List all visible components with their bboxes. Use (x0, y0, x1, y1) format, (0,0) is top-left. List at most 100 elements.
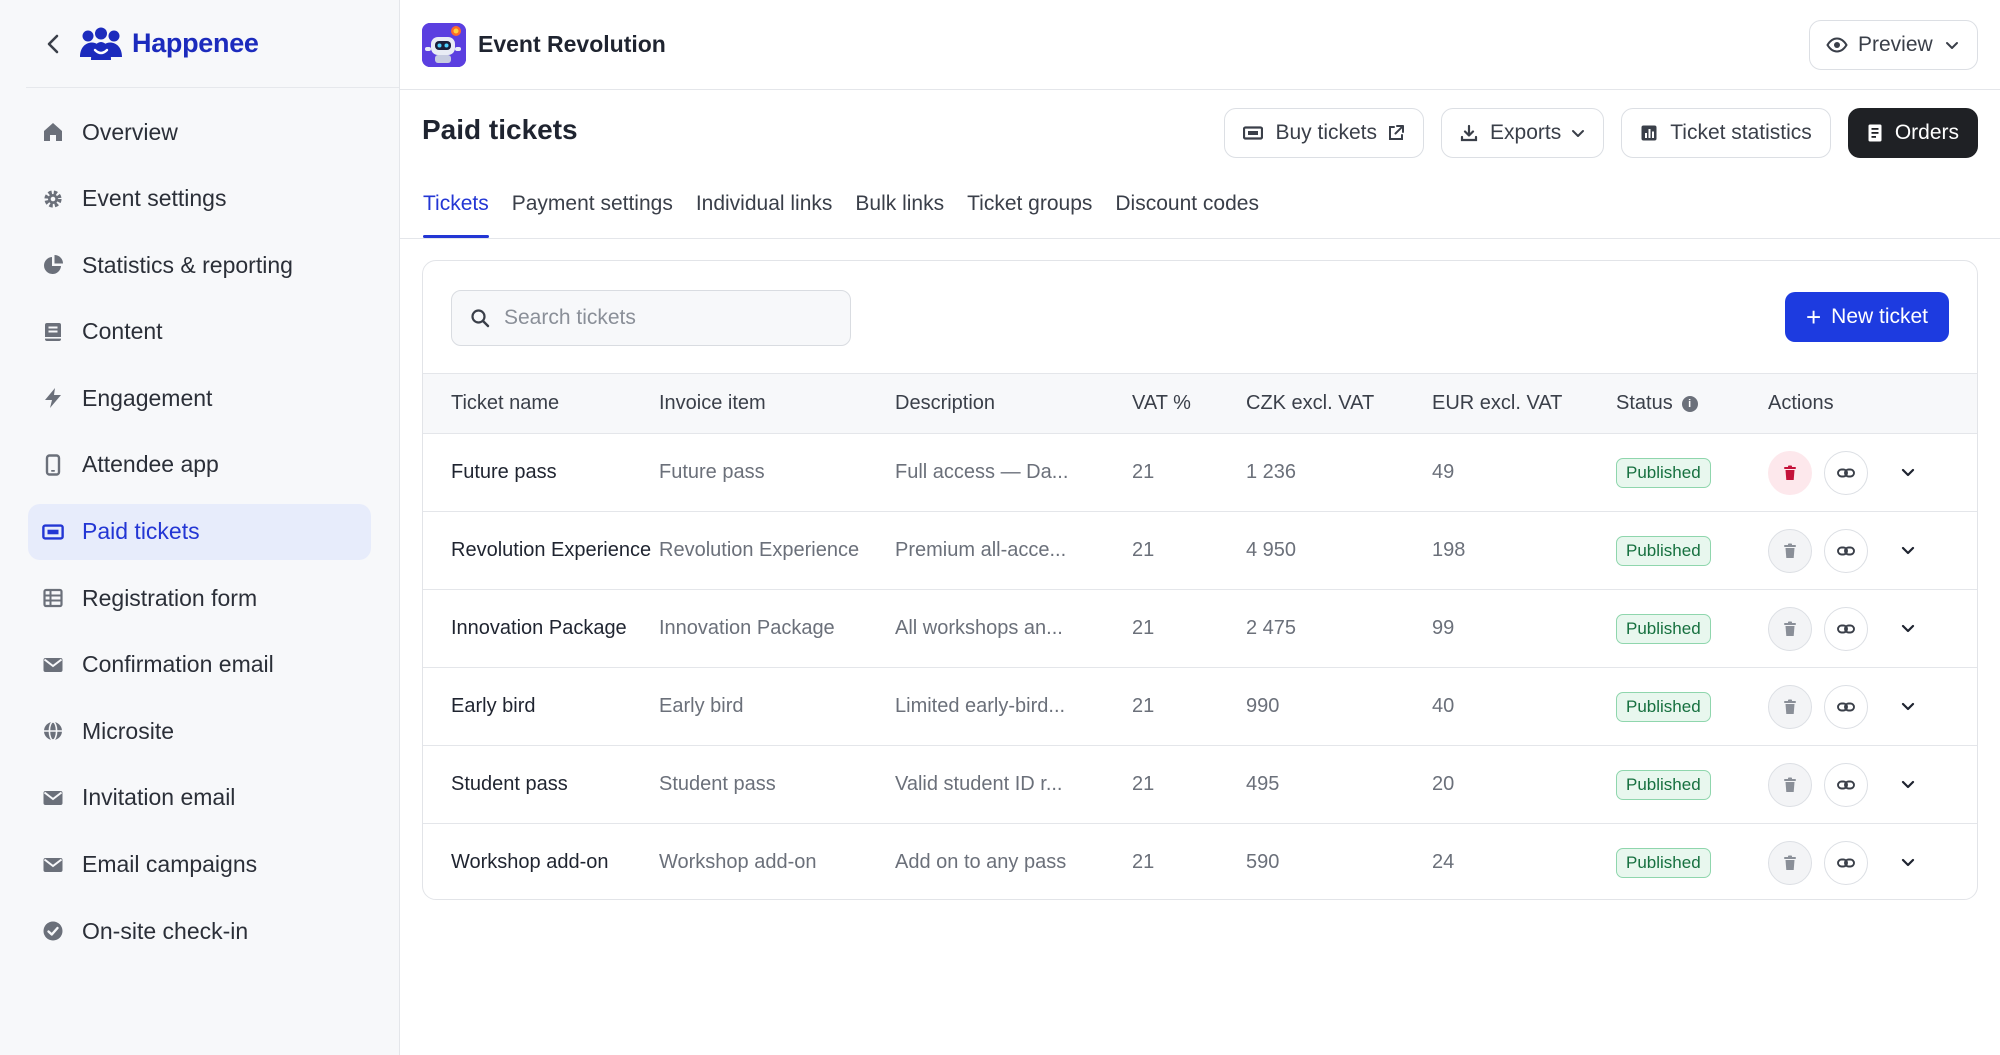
sidebar-item-invitation-email[interactable]: Invitation email (28, 770, 371, 826)
tab-discount-codes[interactable]: Discount codes (1115, 180, 1259, 238)
copy-link-button[interactable] (1824, 528, 1868, 573)
table-row[interactable]: Early bird Early bird Limited early-bird..… (423, 668, 1977, 746)
new-ticket-label: New ticket (1831, 305, 1929, 328)
table-row[interactable]: Workshop add-on Workshop add-on Add on to … (423, 824, 1977, 900)
sidebar-item-engagement[interactable]: Engagement (28, 370, 371, 426)
sidebar-item-event-settings[interactable]: Event settings (28, 171, 371, 227)
column-header-ticket-name[interactable]: Ticket name (423, 374, 659, 434)
column-header-eur[interactable]: EUR excl. VAT (1432, 374, 1616, 434)
exports-button[interactable]: Exports (1441, 108, 1605, 158)
download-icon (1460, 124, 1478, 142)
cell-eur: 24 (1432, 851, 1455, 874)
tab-payment-settings[interactable]: Payment settings (512, 180, 673, 238)
sidebar-item-registration-form[interactable]: Registration form (28, 570, 371, 626)
sidebar-item-statistics-reporting[interactable]: Statistics & reporting (28, 237, 371, 293)
ticket-statistics-button[interactable]: Ticket statistics (1621, 108, 1831, 158)
status-badge: Published (1616, 457, 1711, 488)
cell-eur: 198 (1432, 539, 1466, 561)
sidebar-item-label: Confirmation email (82, 651, 274, 678)
status-header-label: Status (1616, 392, 1673, 414)
delete-button[interactable] (1768, 606, 1812, 651)
event-title: Event Revolution (478, 31, 666, 57)
table-row[interactable]: Revolution Experience Revolution Experien… (423, 512, 1977, 590)
sidebar-item-microsite[interactable]: Microsite (28, 703, 371, 759)
delete-button[interactable] (1768, 762, 1812, 807)
column-header-invoice-item[interactable]: Invoice item (659, 374, 895, 434)
expand-row-button[interactable] (1886, 685, 1930, 729)
chevron-down-icon (1901, 546, 1915, 555)
tab-bulk-links[interactable]: Bulk links (855, 180, 944, 238)
link-icon (1837, 467, 1855, 479)
cell-invoice-item: Revolution Experience (659, 539, 860, 561)
sidebar-item-label: Paid tickets (82, 518, 200, 545)
buy-tickets-button[interactable]: Buy tickets (1224, 108, 1425, 158)
chevron-down-icon (1901, 468, 1915, 477)
link-icon (1837, 779, 1855, 791)
trash-icon (1783, 855, 1797, 871)
cell-eur: 20 (1432, 773, 1455, 795)
buy-tickets-label: Buy tickets (1275, 121, 1378, 144)
external-link-icon (1387, 124, 1405, 142)
expand-row-button[interactable] (1886, 841, 1930, 885)
sidebar-item-paid-tickets[interactable]: Paid tickets (28, 503, 371, 560)
top-bar: Event Revolution Preview (400, 0, 2000, 90)
sidebar-item-content[interactable]: Content (28, 304, 371, 360)
cell-actions (1768, 824, 1977, 900)
cell-invoice-item: Innovation Package (659, 617, 835, 639)
column-header-actions: Actions (1768, 392, 1834, 414)
tab-ticket-groups[interactable]: Ticket groups (967, 180, 1092, 238)
column-header-vat[interactable]: VAT % (1132, 374, 1246, 434)
sidebar-item-on-site-check-in[interactable]: On-site check-in (28, 903, 371, 959)
sidebar-item-overview[interactable]: Overview (28, 104, 371, 160)
cell-status: Published (1616, 512, 1768, 590)
cell-czk: 2 475 (1246, 617, 1297, 639)
orders-button[interactable]: Orders (1847, 108, 1978, 158)
cell-vat: 21 (1132, 851, 1155, 874)
delete-button[interactable] (1768, 840, 1812, 885)
tab-tickets[interactable]: Tickets (423, 180, 489, 238)
table-row[interactable]: Future pass Future pass Full access — Da..… (423, 434, 1977, 512)
copy-link-button[interactable] (1824, 684, 1868, 729)
preview-button[interactable]: Preview (1809, 20, 1978, 70)
link-icon (1837, 545, 1855, 557)
brand-name[interactable]: Happenee (132, 28, 259, 59)
delete-button[interactable] (1768, 450, 1812, 495)
cell-vat: 21 (1132, 539, 1155, 561)
search-input[interactable] (504, 306, 824, 330)
status-badge: Published (1616, 535, 1711, 566)
chevron-down-icon (1945, 41, 1959, 50)
copy-link-button[interactable] (1824, 606, 1868, 651)
expand-row-button[interactable] (1886, 607, 1930, 651)
expand-row-button[interactable] (1886, 529, 1930, 573)
sidebar-item-confirmation-email[interactable]: Confirmation email (28, 637, 371, 693)
link-icon (1837, 857, 1855, 869)
bar-chart-icon (1640, 124, 1658, 142)
table-row[interactable]: Student pass Student pass Valid student ID… (423, 746, 1977, 824)
status-badge: Published (1616, 769, 1711, 800)
expand-row-button[interactable] (1886, 451, 1930, 495)
sidebar-item-email-campaigns[interactable]: Email campaigns (28, 837, 371, 893)
column-header-description[interactable]: Description (895, 374, 1132, 434)
table-row[interactable]: Innovation Package Innovation Package All … (423, 590, 1977, 668)
info-icon[interactable]: i (1681, 395, 1698, 412)
cell-description: Full access — Da... (895, 461, 1069, 483)
sidebar: Happenee Overview Event settings Statist… (0, 0, 400, 1055)
delete-button[interactable] (1768, 684, 1812, 729)
tab-individual-links[interactable]: Individual links (696, 180, 833, 238)
cell-czk: 990 (1246, 695, 1280, 717)
ticket-icon (1243, 125, 1264, 141)
link-icon (1837, 701, 1855, 713)
expand-row-button[interactable] (1886, 763, 1930, 807)
back-chevron-icon[interactable] (42, 33, 64, 55)
search-box (451, 290, 851, 346)
sidebar-item-label: Invitation email (82, 784, 236, 811)
cell-czk: 1 236 (1246, 461, 1297, 483)
column-header-czk[interactable]: CZK excl. VAT (1246, 374, 1432, 434)
new-ticket-button[interactable]: + New ticket (1785, 292, 1949, 342)
copy-link-button[interactable] (1824, 840, 1868, 885)
exports-label: Exports (1490, 121, 1562, 144)
delete-button[interactable] (1768, 528, 1812, 573)
sidebar-item-attendee-app[interactable]: Attendee app (28, 437, 371, 493)
copy-link-button[interactable] (1824, 762, 1868, 807)
copy-link-button[interactable] (1824, 450, 1868, 495)
